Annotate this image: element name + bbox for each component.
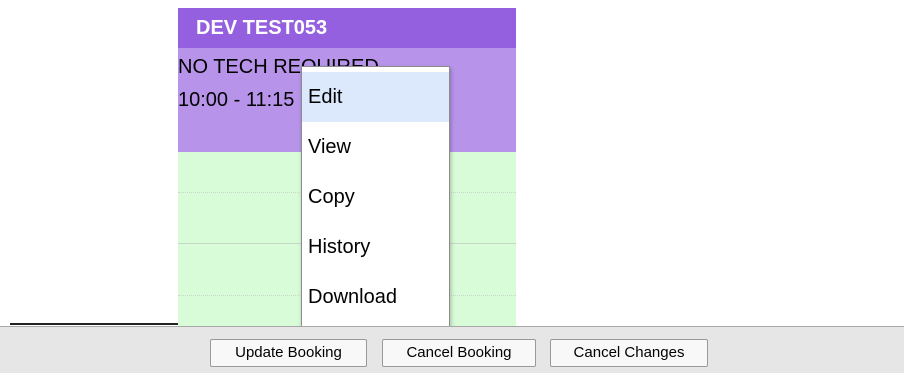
menu-item-label: Edit — [308, 86, 343, 108]
menu-item-history[interactable]: History — [302, 222, 449, 272]
menu-item-copy[interactable]: Copy — [302, 172, 449, 222]
menu-item-label: Copy — [308, 186, 355, 208]
menu-item-label: History — [308, 236, 371, 258]
booking-time-line: 10:00 - 11:15 — [178, 89, 295, 111]
cancel-changes-button[interactable]: Cancel Changes — [550, 339, 708, 367]
scheduler-viewport: DEV TEST053 NO TECH REQUIRED 10:00 - 11:… — [0, 0, 904, 373]
booking-title: DEV TEST053 — [196, 17, 328, 39]
edge-divider — [10, 323, 178, 325]
context-menu: Edit View Copy History Download — [301, 66, 450, 328]
menu-item-view[interactable]: View — [302, 122, 449, 172]
booking-header[interactable]: DEV TEST053 — [178, 8, 516, 48]
menu-item-download[interactable]: Download — [302, 272, 449, 322]
update-booking-button[interactable]: Update Booking — [210, 339, 367, 367]
menu-item-label: View — [308, 136, 351, 158]
bottom-toolbar: Update Booking Cancel Booking Cancel Cha… — [0, 326, 904, 373]
menu-item-label: Download — [308, 286, 397, 308]
menu-item-edit[interactable]: Edit — [302, 72, 449, 122]
cancel-booking-button[interactable]: Cancel Booking — [382, 339, 536, 367]
